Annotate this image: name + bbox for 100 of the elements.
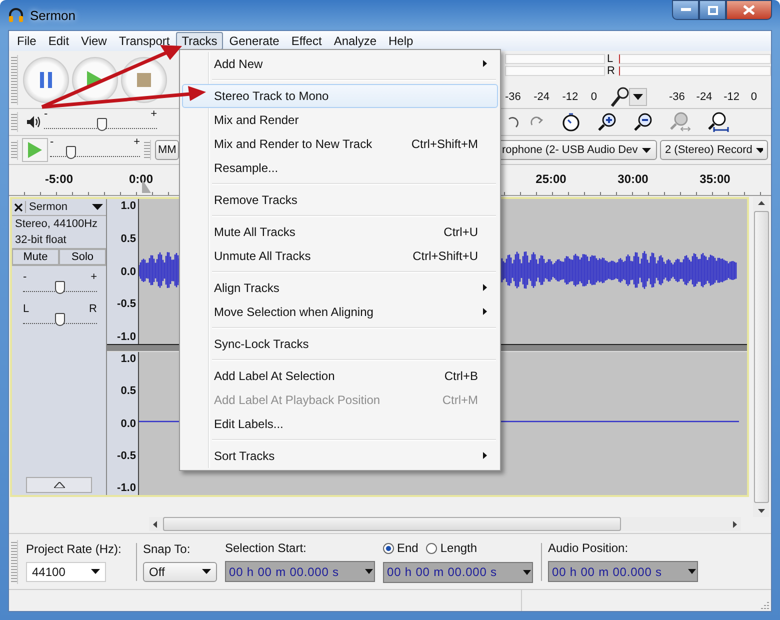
dropdown-arrow-icon <box>92 204 103 210</box>
snap-to-dropdown[interactable]: Off <box>143 562 217 582</box>
slider-min-label: - <box>44 109 48 120</box>
minimize-button[interactable] <box>672 0 699 20</box>
selection-start-time-field[interactable]: 00 h 00 m 00.000 s <box>225 561 375 582</box>
amplitude-label: 0.5 <box>120 385 136 398</box>
scrollbar-thumb[interactable] <box>162 517 622 531</box>
menu-item[interactable]: Move Selection when Aligning <box>182 300 498 324</box>
pause-button[interactable] <box>23 56 69 102</box>
menu-bar-item[interactable]: File <box>11 32 42 50</box>
stop-icon <box>137 72 151 86</box>
menu-bar-item[interactable]: Help <box>382 32 420 50</box>
collapse-track-button[interactable] <box>26 477 92 493</box>
pan-left-label: L <box>23 304 30 315</box>
mute-button[interactable]: Mute <box>12 249 59 265</box>
headphones-icon <box>8 7 24 23</box>
horizontal-scrollbar[interactable] <box>149 517 741 531</box>
window-title: Sermon <box>30 8 76 22</box>
toolbar-grip[interactable] <box>11 54 18 104</box>
scroll-right-icon[interactable] <box>733 520 738 528</box>
close-button[interactable] <box>726 0 772 20</box>
menu-bar-item[interactable]: Effect <box>285 32 328 50</box>
meter-channel-label: R <box>606 65 616 77</box>
solo-button[interactable]: Solo <box>59 249 106 265</box>
dropdown-arrow-icon <box>688 569 696 574</box>
zoom-out-icon[interactable] <box>633 112 653 132</box>
slider-max-label: + <box>134 137 140 148</box>
menu-item[interactable]: Mix and Render to New Track Ctrl+Shift+M <box>182 132 498 156</box>
audio-host-dropdown[interactable]: MM <box>155 140 180 160</box>
scroll-down-icon[interactable] <box>758 509 764 513</box>
menu-item[interactable]: Resample... <box>182 156 498 180</box>
menu-item[interactable]: Align Tracks <box>182 276 498 300</box>
speed-slider-thumb[interactable] <box>66 146 76 159</box>
amplitude-label: 0.0 <box>120 266 136 278</box>
close-icon <box>743 5 755 15</box>
scroll-up-icon[interactable] <box>758 201 764 205</box>
end-mode-radio[interactable]: Length <box>426 541 478 555</box>
dropdown-arrow-icon <box>91 569 100 574</box>
selection-end-time-field[interactable]: 00 h 00 m 00.000 s <box>383 562 533 582</box>
toolbar-grip[interactable] <box>144 140 151 160</box>
resize-grip-icon[interactable] <box>760 600 769 609</box>
menu-bar-item[interactable]: Analyze <box>328 32 383 50</box>
pan-slider-thumb[interactable] <box>55 313 65 326</box>
play-icon <box>28 142 42 158</box>
slider-max-label: + <box>150 109 157 120</box>
menu-bar-item[interactable]: Generate <box>223 32 286 50</box>
menu-item[interactable]: Mute All Tracks Ctrl+U <box>182 220 498 244</box>
submenu-arrow-icon <box>483 452 487 459</box>
menu-item[interactable]: Sync-Lock Tracks <box>182 332 498 356</box>
meter-tick-label: -24 <box>534 90 550 102</box>
menu-item[interactable]: Stereo Track to Mono <box>182 84 498 108</box>
menu-item[interactable]: Unmute All Tracks Ctrl+Shift+U <box>182 244 498 268</box>
snap-to-label: Snap To: <box>143 542 192 556</box>
amplitude-label: -1.0 <box>117 482 136 494</box>
gain-slider-thumb[interactable] <box>55 281 65 294</box>
up-triangle-icon <box>54 482 64 488</box>
menu-bar-item[interactable]: Tracks <box>176 32 224 50</box>
menu-item[interactable]: Sort Tracks <box>182 444 498 468</box>
speaker-icon <box>27 116 41 128</box>
timer-icon[interactable] <box>561 112 581 132</box>
slider-min-label: - <box>50 137 54 148</box>
audio-position-time-field[interactable]: 00 h 00 m 00.000 s <box>548 561 698 582</box>
end-mode-radio[interactable]: End <box>383 541 418 555</box>
selection-start-label: Selection Start: <box>225 541 308 555</box>
input-channels-dropdown[interactable]: 2 (Stereo) Record <box>660 140 768 160</box>
volume-slider-thumb[interactable] <box>96 118 107 131</box>
close-icon[interactable] <box>14 202 23 212</box>
menu-item[interactable]: Mix and Render <box>182 108 498 132</box>
zoom-in-icon[interactable] <box>597 112 617 132</box>
scroll-left-icon[interactable] <box>153 520 157 528</box>
dropdown-arrow-icon <box>642 148 651 152</box>
meter-tick-label: -36 <box>669 90 685 102</box>
minimize-icon <box>680 8 690 12</box>
submenu-arrow-icon <box>483 308 487 315</box>
track-name-menu[interactable]: Sermon <box>25 201 106 213</box>
menu-item[interactable]: Add New <box>182 52 498 76</box>
amplitude-label: -1.0 <box>117 331 136 343</box>
toolbar-grip[interactable] <box>11 112 18 132</box>
slider-min-label: - <box>23 272 27 283</box>
play-icon <box>87 70 103 88</box>
amplitude-label: 1.0 <box>120 200 136 212</box>
menu-item[interactable]: Remove Tracks <box>182 188 498 212</box>
meter-dropdown-button[interactable] <box>629 88 647 106</box>
menu-bar-item[interactable]: Transport <box>112 32 176 50</box>
ruler-time-label: -5:00 <box>45 172 73 186</box>
zoom-fit-icon[interactable] <box>707 112 729 132</box>
toolbar-grip[interactable] <box>11 540 18 584</box>
pause-icon <box>40 72 52 88</box>
microphone-icon[interactable] <box>609 86 629 106</box>
toolbar-grip[interactable] <box>11 140 18 160</box>
menu-bar-item[interactable]: Edit <box>42 32 76 50</box>
ruler-time-label: 25:00 <box>536 172 566 186</box>
menu-bar-item[interactable]: View <box>75 32 113 50</box>
maximize-button[interactable] <box>699 0 726 20</box>
menu-item[interactable]: Add Label At Selection Ctrl+B <box>182 364 498 388</box>
project-rate-dropdown[interactable]: 44100 <box>26 562 106 582</box>
meter-tick-label: -24 <box>696 90 712 102</box>
dropdown-arrow-icon <box>523 570 531 574</box>
dropdown-arrow-icon <box>756 148 763 152</box>
track-info-text: Stereo, 44100Hz <box>14 217 99 232</box>
